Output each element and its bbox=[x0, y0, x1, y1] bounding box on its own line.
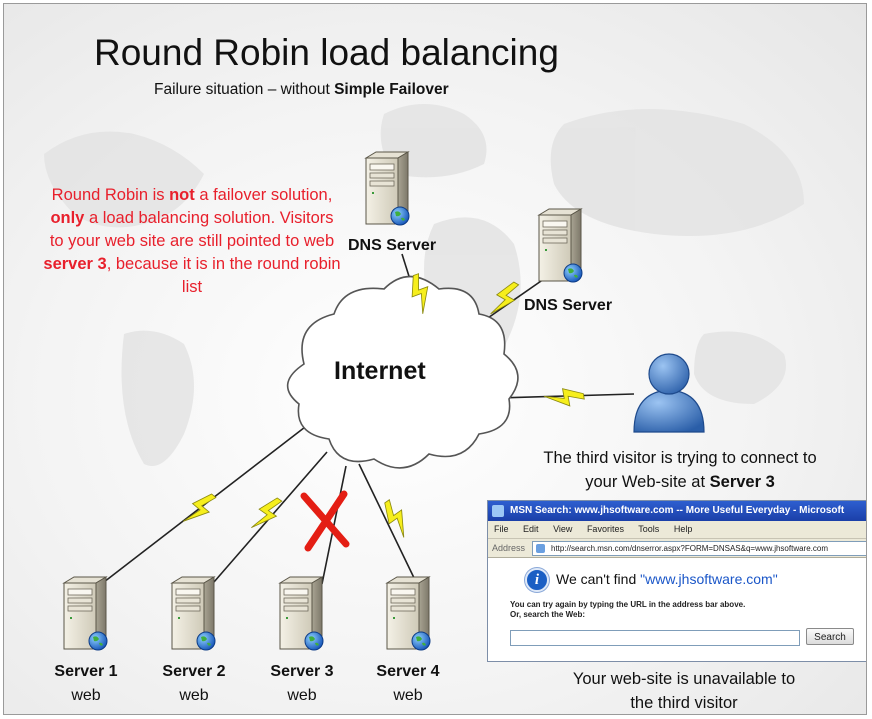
server-2-label: Server 2 web bbox=[144, 660, 244, 708]
visitor-caption: The third visitor is trying to connect t… bbox=[492, 446, 866, 494]
server-1-label: Server 1 web bbox=[36, 660, 136, 708]
subtitle-bold: Simple Failover bbox=[334, 81, 449, 98]
diagram-frame: Round Robin load balancing Failure situa… bbox=[3, 3, 867, 715]
error-hint-line: You can try again by typing the URL in t… bbox=[510, 600, 746, 609]
server-role: web bbox=[393, 687, 423, 704]
failure-cross-icon bbox=[300, 490, 350, 552]
lightning-icon bbox=[377, 496, 416, 541]
dns-server-2-icon bbox=[538, 208, 583, 283]
note-emphasis: server 3 bbox=[43, 255, 107, 273]
menu-view[interactable]: View bbox=[553, 524, 572, 534]
server-name: Server 2 bbox=[162, 663, 226, 680]
search-input[interactable] bbox=[510, 630, 800, 646]
server-name: Server 1 bbox=[54, 663, 118, 680]
error-hint-line: Or, search the Web: bbox=[510, 610, 585, 619]
internet-label: Internet bbox=[334, 357, 426, 385]
diagram-title: Round Robin load balancing bbox=[94, 32, 559, 73]
menu-file[interactable]: File bbox=[494, 524, 509, 534]
lightning-icon bbox=[247, 492, 286, 537]
server-4-label: Server 4 web bbox=[358, 660, 458, 708]
browser-content: i We can't find "www.jhsoftware.com" You… bbox=[488, 558, 866, 661]
visitor-caption-text: your Web-site at bbox=[585, 473, 710, 491]
browser-menubar: File Edit View Favorites Tools Help bbox=[488, 521, 866, 539]
lightning-icon bbox=[542, 384, 586, 411]
visitor-caption-line: your Web-site at Server 3 bbox=[492, 470, 866, 494]
server-role: web bbox=[287, 687, 317, 704]
dns-server-1-label: DNS Server bbox=[348, 237, 437, 254]
address-bar: Address http://search.msn.com/dnserror.a… bbox=[488, 539, 866, 558]
note-emphasis: only bbox=[50, 209, 85, 227]
server-2-icon bbox=[171, 576, 216, 651]
menu-favorites[interactable]: Favorites bbox=[587, 524, 624, 534]
diagram-subtitle: Failure situation – without Simple Failo… bbox=[154, 81, 449, 99]
note-emphasis: not bbox=[169, 186, 195, 204]
dns-server-2-label: DNS Server bbox=[524, 297, 613, 314]
visitor-person-icon bbox=[633, 353, 705, 433]
lightning-icon bbox=[486, 277, 523, 322]
server-role: web bbox=[71, 687, 101, 704]
error-hint: You can try again by typing the URL in t… bbox=[510, 600, 745, 620]
address-url: http://search.msn.com/dnserror.aspx?FORM… bbox=[551, 544, 828, 553]
browser-window: MSN Search: www.jhsoftware.com -- More U… bbox=[487, 500, 866, 662]
note-text: , because it is in the round robin list bbox=[106, 255, 341, 296]
menu-help[interactable]: Help bbox=[674, 524, 693, 534]
server-3-icon bbox=[279, 576, 324, 651]
address-input[interactable]: http://search.msn.com/dnserror.aspx?FORM… bbox=[532, 541, 866, 556]
note-text: Round Robin is bbox=[51, 186, 170, 204]
browser-title: MSN Search: www.jhsoftware.com -- More U… bbox=[510, 505, 845, 516]
round-robin-note: Round Robin is not a failover solution, … bbox=[42, 184, 342, 299]
browser-app-icon bbox=[492, 505, 504, 517]
info-icon: i bbox=[525, 568, 549, 592]
server-role: web bbox=[179, 687, 209, 704]
server-name: Server 3 bbox=[270, 663, 334, 680]
search-button[interactable]: Search bbox=[806, 628, 854, 645]
subtitle-text: Failure situation – without bbox=[154, 81, 335, 98]
server-3-label: Server 3 web bbox=[252, 660, 352, 708]
address-label: Address bbox=[492, 543, 526, 553]
lightning-icon bbox=[179, 488, 220, 531]
visitor-caption-line: The third visitor is trying to connect t… bbox=[543, 449, 817, 467]
server-1-icon bbox=[63, 576, 108, 651]
visitor-caption-bold: Server 3 bbox=[709, 473, 775, 491]
server-name: Server 4 bbox=[376, 663, 440, 680]
error-heading-text: We can't find bbox=[556, 571, 641, 587]
error-domain: "www.jhsoftware.com" bbox=[640, 571, 778, 587]
unavailable-caption-line: Your web-site is unavailable to bbox=[572, 670, 796, 688]
dns-server-1-icon bbox=[365, 151, 410, 226]
lightning-icon bbox=[404, 271, 437, 316]
menu-tools[interactable]: Tools bbox=[638, 524, 659, 534]
error-heading: We can't find "www.jhsoftware.com" bbox=[556, 571, 778, 587]
page-icon bbox=[536, 544, 545, 553]
server-4-icon bbox=[386, 576, 431, 651]
unavailable-caption-line: the third visitor bbox=[630, 694, 738, 712]
unavailable-caption: Your web-site is unavailable to the third… bbox=[494, 667, 866, 714]
browser-titlebar: MSN Search: www.jhsoftware.com -- More U… bbox=[488, 501, 866, 521]
menu-edit[interactable]: Edit bbox=[523, 524, 539, 534]
note-text: a load balancing solution. Visitors to y… bbox=[49, 209, 335, 250]
diagram-canvas: Round Robin load balancing Failure situa… bbox=[0, 0, 872, 719]
note-text: a failover solution, bbox=[194, 186, 333, 204]
